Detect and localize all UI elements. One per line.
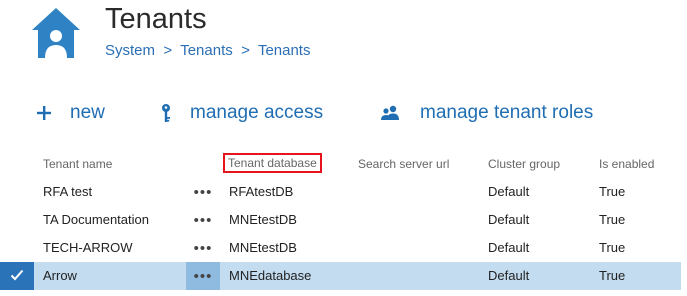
table-row[interactable]: TA Documentation ••• MNEtestDB Default T… (0, 206, 681, 234)
page-header: Tenants System > Tenants > Tenants (0, 0, 687, 80)
breadcrumb-system[interactable]: System (105, 42, 155, 59)
breadcrumb-separator (172, 42, 176, 59)
tenant-name-cell: TECH-ARROW (43, 240, 133, 255)
is-enabled-cell: True (599, 268, 626, 283)
page-title: Tenants (105, 3, 207, 35)
new-label: new (70, 102, 105, 123)
row-menu-button[interactable]: ••• (186, 234, 220, 262)
table-row-selected[interactable]: Arrow ••• MNEdatabase Default True (0, 262, 681, 290)
breadcrumb-current[interactable]: Tenants (258, 42, 311, 59)
manage-tenant-roles-button[interactable]: manage tenant roles (380, 98, 593, 128)
users-icon (380, 105, 402, 121)
tenant-database-cell: MNEtestDB (229, 212, 297, 227)
column-header-is-enabled[interactable]: Is enabled (599, 157, 654, 171)
column-header-tenant-name[interactable]: Tenant name (43, 157, 112, 171)
tenant-database-cell: MNEtestDB (229, 240, 297, 255)
tenant-database-cell: RFAtestDB (229, 184, 294, 199)
home-user-icon (30, 6, 82, 60)
column-header-tenant-database[interactable]: Tenant database (223, 153, 322, 173)
column-header-cluster-group[interactable]: Cluster group (488, 157, 560, 171)
breadcrumb: System > Tenants > Tenants (105, 42, 310, 59)
column-header-search-server-url[interactable]: Search server url (358, 157, 449, 171)
tenant-name-cell: RFA test (43, 184, 93, 199)
tenant-name-cell: Arrow (43, 268, 77, 283)
breadcrumb-separator: > (163, 42, 173, 59)
toolbar: new manage access manage tenant roles (0, 98, 687, 132)
breadcrumb-separator (250, 42, 254, 59)
manage-access-label: manage access (190, 102, 324, 123)
manage-tenant-roles-label: manage tenant roles (420, 102, 594, 123)
breadcrumb-tenants[interactable]: Tenants (180, 42, 233, 59)
tenant-database-cell: MNEdatabase (229, 268, 312, 283)
checkmark-icon (10, 269, 24, 284)
is-enabled-cell: True (599, 240, 626, 255)
table-row[interactable]: TECH-ARROW ••• MNEtestDB Default True (0, 234, 681, 262)
breadcrumb-separator: > (241, 42, 250, 59)
cluster-group-cell: Default (488, 184, 530, 199)
row-menu-button[interactable]: ••• (186, 206, 220, 234)
cluster-group-cell: Default (488, 268, 530, 283)
row-menu-button[interactable]: ••• (186, 178, 220, 206)
is-enabled-cell: True (599, 212, 626, 227)
tenant-name-cell: TA Documentation (43, 212, 149, 227)
row-menu-button[interactable]: ••• (186, 262, 220, 290)
key-icon (160, 103, 172, 123)
row-select-checkbox[interactable] (0, 262, 34, 290)
new-button[interactable]: new (36, 98, 105, 128)
manage-access-button[interactable]: manage access (160, 98, 323, 128)
cluster-group-cell: Default (488, 240, 530, 255)
plus-icon (36, 105, 52, 121)
is-enabled-cell: True (599, 184, 626, 199)
table-row[interactable]: RFA test ••• RFAtestDB Default True (0, 178, 681, 206)
cluster-group-cell: Default (488, 212, 530, 227)
